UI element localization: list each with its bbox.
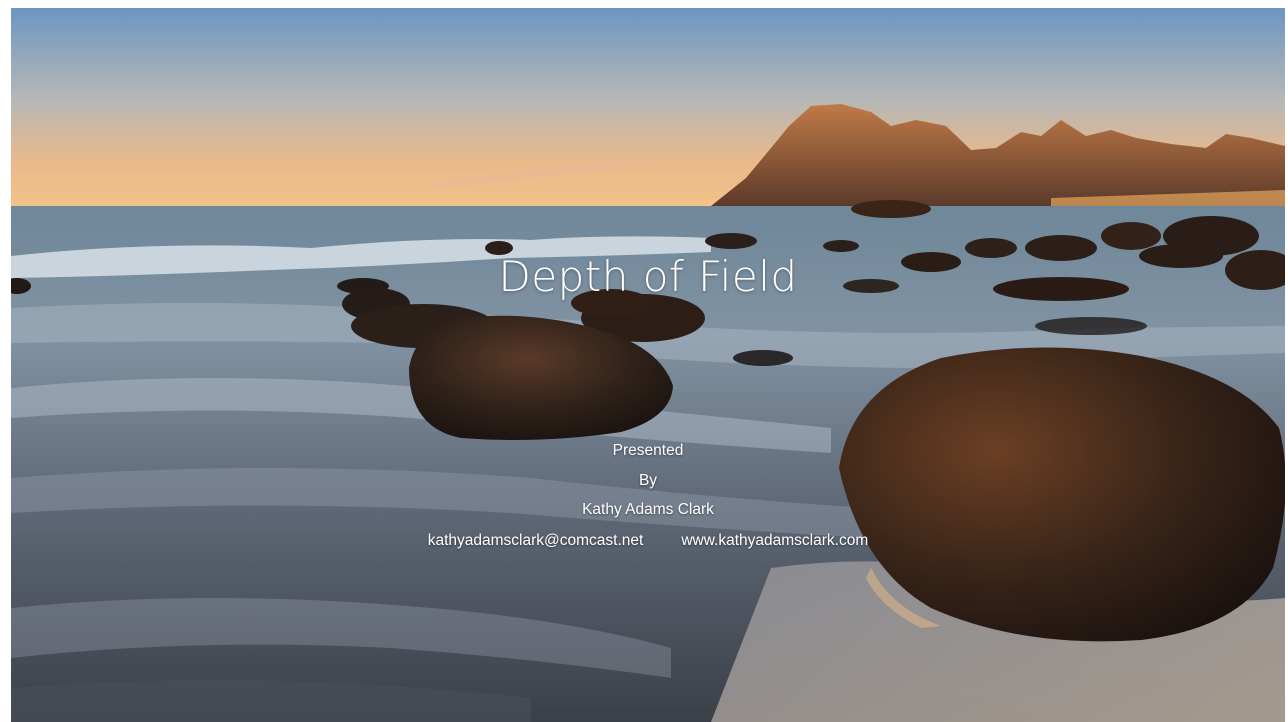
email-text[interactable]: kathyadamsclark@comcast.net: [428, 532, 644, 549]
title-slide[interactable]: Depth of Field Presented By Kathy Adams …: [11, 8, 1285, 722]
presented-line[interactable]: Presented: [11, 440, 1285, 462]
presenter-name[interactable]: Kathy Adams Clark: [11, 499, 1285, 521]
website-text[interactable]: www.kathyadamsclark.com: [681, 532, 868, 549]
seascape-background-photo: [11, 8, 1285, 722]
slide-title[interactable]: Depth of Field: [11, 252, 1285, 302]
by-line[interactable]: By: [11, 470, 1285, 492]
presentation-window: Depth of Field Presented By Kathy Adams …: [0, 0, 1288, 722]
contact-row: kathyadamsclark@comcast.net www.kathyadam…: [11, 530, 1285, 552]
